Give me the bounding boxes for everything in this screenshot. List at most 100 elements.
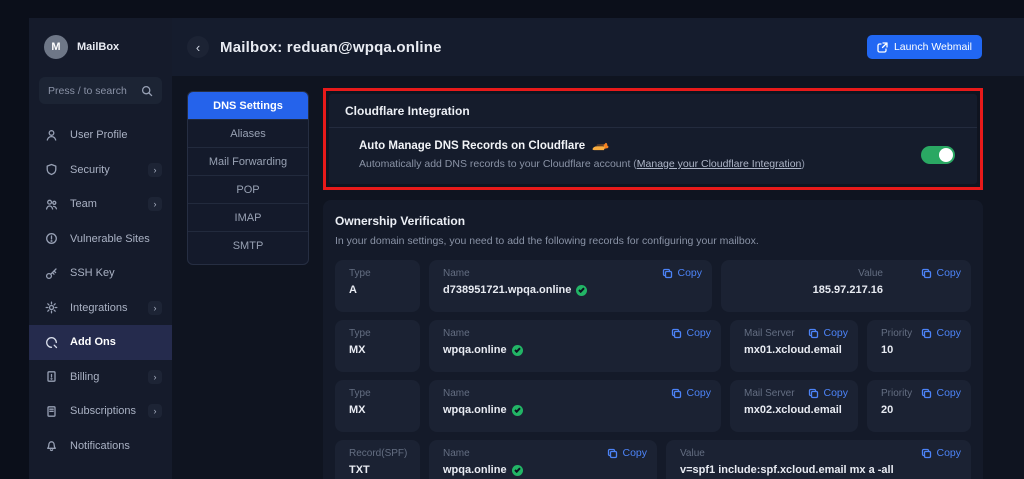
record-name-value: wpqa.online: [443, 464, 507, 476]
record-type-value: MX: [349, 344, 406, 356]
record-priority-card: Priority 20 Copy: [867, 380, 971, 432]
settings-tab-list: DNS Settings Aliases Mail Forwarding POP…: [187, 91, 309, 265]
user-icon: [45, 129, 58, 142]
toggle-knob: [939, 148, 953, 162]
copy-icon: [921, 328, 932, 339]
priority-value: 10: [881, 344, 957, 356]
mail-server-value: mx01.xcloud.email: [744, 344, 844, 356]
brand: M MailBox: [29, 18, 172, 59]
shield-icon: [45, 163, 58, 176]
record-name-value: d738951721.wpqa.online: [443, 284, 571, 296]
record-priority-card: Priority 10 Copy: [867, 320, 971, 372]
record-name-card: Name d738951721.wpqa.online Copy: [429, 260, 712, 312]
tab-mail-forwarding[interactable]: Mail Forwarding: [188, 148, 308, 176]
auto-manage-dns-label: Auto Manage DNS Records on Cloudflare: [359, 140, 585, 152]
sidebar-item-label: Add Ons: [70, 336, 162, 348]
copy-button[interactable]: Copy: [921, 267, 961, 279]
record-type-value: A: [349, 284, 406, 296]
record-mail-server-card: Mail Server mx01.xcloud.email Copy: [730, 320, 858, 372]
main-area: ‹ Mailbox: reduan@wpqa.online Launch Web…: [172, 18, 1024, 479]
section-title: Ownership Verification: [335, 214, 971, 228]
dns-records-list: Type A Name d738951721.wpqa.online Copy: [335, 260, 971, 479]
record-type-card: Type A: [335, 260, 420, 312]
settings-panel: Cloudflare Integration Auto Manage DNS R…: [323, 91, 983, 479]
sidebar-item-label: User Profile: [70, 129, 162, 141]
sidebar-item-subscriptions[interactable]: Subscriptions ›: [29, 394, 172, 429]
tab-aliases[interactable]: Aliases: [188, 120, 308, 148]
tab-imap[interactable]: IMAP: [188, 204, 308, 232]
back-button[interactable]: ‹: [187, 36, 209, 58]
auto-manage-dns-description: Automatically add DNS records to your Cl…: [359, 158, 921, 170]
copy-button[interactable]: Copy: [808, 387, 848, 399]
search-placeholder: Press / to search: [48, 85, 127, 97]
chevron-right-icon: ›: [148, 370, 162, 384]
copy-icon: [808, 388, 819, 399]
content-area: DNS Settings Aliases Mail Forwarding POP…: [172, 76, 1024, 479]
bell-icon: [45, 439, 58, 452]
external-link-icon: [877, 42, 888, 53]
tab-pop[interactable]: POP: [188, 176, 308, 204]
copy-icon: [921, 448, 932, 459]
chevron-right-icon: ›: [148, 301, 162, 315]
copy-button[interactable]: Copy: [921, 447, 961, 459]
copy-button[interactable]: Copy: [808, 327, 848, 339]
record-name-card: Name wpqa.online Copy: [429, 440, 657, 479]
record-name-card: Name wpqa.online Copy: [429, 320, 721, 372]
copy-button[interactable]: Copy: [921, 387, 961, 399]
billing-icon: [45, 370, 58, 383]
sidebar-item-user-profile[interactable]: User Profile: [29, 118, 172, 153]
add-ons-icon: [45, 336, 58, 349]
vulnerable-sites-icon: [45, 232, 58, 245]
copy-button[interactable]: Copy: [921, 327, 961, 339]
sidebar-item-notifications[interactable]: Notifications: [29, 429, 172, 464]
chevron-right-icon: ›: [148, 404, 162, 418]
sidebar-item-security[interactable]: Security ›: [29, 153, 172, 188]
subscriptions-icon: [45, 405, 58, 418]
sidebar-item-integrations[interactable]: Integrations ›: [29, 291, 172, 326]
sidebar-item-label: Integrations: [70, 302, 148, 314]
manage-cloudflare-link[interactable]: Manage your Cloudflare Integration: [637, 158, 802, 170]
copy-icon: [808, 328, 819, 339]
search-icon: [140, 84, 153, 97]
page-title: Mailbox: reduan@wpqa.online: [220, 39, 867, 56]
verified-check-icon: [512, 345, 523, 356]
launch-webmail-label: Launch Webmail: [894, 41, 972, 53]
chevron-right-icon: ›: [148, 197, 162, 211]
key-icon: [45, 267, 58, 280]
sidebar-nav: User Profile Security › Team › Vulnerabl…: [29, 118, 172, 463]
launch-webmail-button[interactable]: Launch Webmail: [867, 35, 982, 59]
tab-smtp[interactable]: SMTP: [188, 232, 308, 260]
record-name-value: wpqa.online: [443, 404, 507, 416]
dns-record-row: Type A Name d738951721.wpqa.online Copy: [335, 260, 971, 312]
sidebar-item-add-ons[interactable]: Add Ons: [29, 325, 172, 360]
sidebar-item-label: Vulnerable Sites: [70, 233, 162, 245]
sidebar-item-billing[interactable]: Billing ›: [29, 360, 172, 395]
record-type-value: MX: [349, 404, 406, 416]
record-type-card: Type MX: [335, 320, 420, 372]
copy-icon: [921, 388, 932, 399]
sidebar-item-label: Team: [70, 198, 148, 210]
chevron-right-icon: ›: [148, 163, 162, 177]
mail-server-value: mx02.xcloud.email: [744, 404, 844, 416]
sidebar-item-ssh-key[interactable]: SSH Key: [29, 256, 172, 291]
app-window: M MailBox Press / to search User Profile…: [29, 18, 1024, 479]
record-name-card: Name wpqa.online Copy: [429, 380, 721, 432]
annotation-highlight: Cloudflare Integration Auto Manage DNS R…: [323, 88, 983, 190]
search-input[interactable]: Press / to search: [39, 77, 162, 104]
sidebar-item-label: Notifications: [70, 440, 162, 452]
copy-button[interactable]: Copy: [671, 327, 711, 339]
copy-button[interactable]: Copy: [607, 447, 647, 459]
copy-icon: [662, 268, 673, 279]
copy-button[interactable]: Copy: [662, 267, 702, 279]
copy-icon: [671, 328, 682, 339]
cloudflare-icon: [592, 141, 611, 152]
record-name-value: wpqa.online: [443, 344, 507, 356]
sidebar-item-label: Subscriptions: [70, 405, 148, 417]
copy-icon: [921, 268, 932, 279]
tab-dns-settings[interactable]: DNS Settings: [188, 92, 308, 120]
sidebar-item-vulnerable-sites[interactable]: Vulnerable Sites: [29, 222, 172, 257]
sidebar: M MailBox Press / to search User Profile…: [29, 18, 172, 479]
auto-manage-dns-toggle[interactable]: [921, 146, 955, 164]
copy-button[interactable]: Copy: [671, 387, 711, 399]
sidebar-item-team[interactable]: Team ›: [29, 187, 172, 222]
